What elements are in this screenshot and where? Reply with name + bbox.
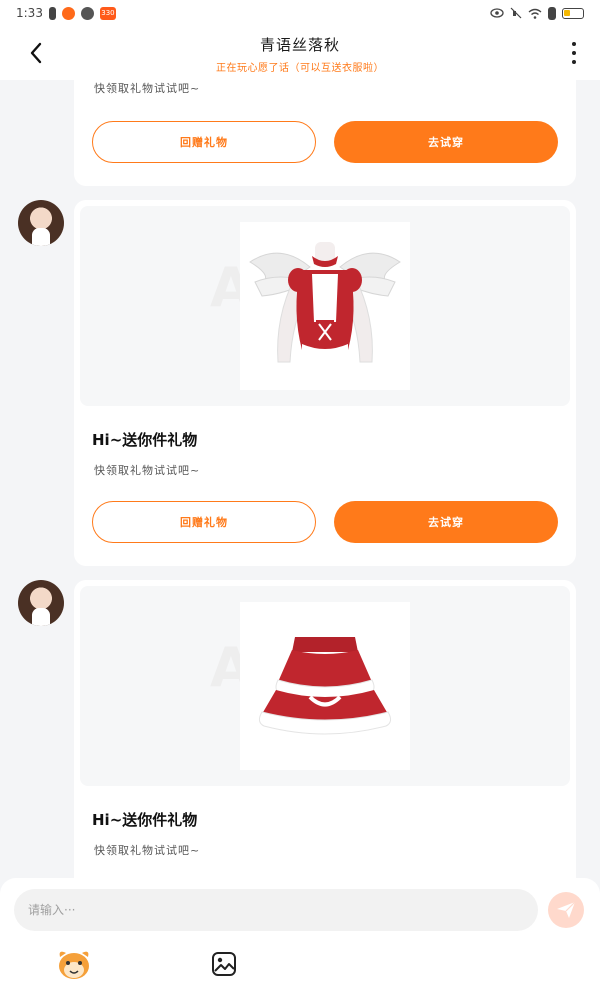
chat-header: 青语丝落秋 正在玩心愿了话（可以互送衣服啦）: [0, 26, 600, 80]
try-on-button[interactable]: 去试穿: [334, 501, 558, 543]
gift-desc: 快领取礼物试试吧~: [94, 464, 201, 477]
ruffle-skirt-illustration: [258, 637, 392, 735]
battery-icon: [562, 7, 584, 19]
try-on-button[interactable]: 去试穿: [334, 121, 558, 163]
weibo-icon: [61, 6, 75, 20]
mute-icon: [510, 7, 522, 19]
emoji-button[interactable]: [56, 948, 92, 982]
status-left: 1:33 330: [16, 6, 116, 20]
send-button[interactable]: [548, 892, 584, 928]
more-dot: [572, 60, 576, 64]
mascot-emoji-icon: [59, 951, 89, 979]
more-dot: [572, 42, 576, 46]
angel-top-illustration: [249, 242, 401, 363]
more-button[interactable]: [564, 40, 584, 66]
wifi-icon: [528, 8, 542, 19]
back-button[interactable]: [20, 38, 52, 68]
image-button[interactable]: [210, 950, 238, 978]
chat-list[interactable]: 快领取礼物试试吧~ 回赠礼物 去试穿 A Hi~送你件礼物 快领取礼物试试吧~ …: [0, 80, 600, 880]
alert-icon: [548, 6, 556, 20]
wechat-icon: [80, 6, 94, 20]
message-input[interactable]: [14, 889, 538, 931]
status-time: 1:33: [16, 6, 43, 20]
gift-item-image[interactable]: [240, 602, 410, 770]
avatar[interactable]: [18, 200, 64, 246]
page-subtitle: 正在玩心愿了话（可以互送衣服啦）: [216, 63, 384, 74]
header-titles: 青语丝落秋 正在玩心愿了话（可以互送衣服啦）: [120, 34, 480, 74]
return-gift-button[interactable]: 回赠礼物: [92, 501, 316, 543]
input-bar: [0, 878, 600, 1000]
sim-icon: [48, 6, 56, 20]
send-icon: [557, 901, 576, 918]
gift-item-image[interactable]: [240, 222, 410, 390]
avatar[interactable]: [18, 580, 64, 626]
chevron-left-icon: [30, 42, 42, 64]
gift-card: 快领取礼物试试吧~ 回赠礼物 去试穿: [74, 80, 576, 186]
image-icon: [212, 952, 236, 976]
gift-card[interactable]: A Hi~送你件礼物 快领取礼物试试吧~: [74, 580, 576, 880]
gift-image-area: A: [80, 586, 570, 786]
eye-icon: [490, 8, 504, 18]
more-dot: [572, 51, 576, 55]
gift-card[interactable]: A Hi~送你件礼物 快领取礼物试试吧~ 回赠礼物 去试穿: [74, 200, 576, 566]
return-gift-button[interactable]: 回赠礼物: [92, 121, 316, 163]
status-right: [490, 6, 584, 20]
app-badge-icon: 330: [99, 6, 116, 20]
gift-title: Hi~送你件礼物: [92, 811, 198, 829]
page-title: 青语丝落秋: [259, 36, 340, 54]
gift-image-area: A: [80, 206, 570, 406]
gift-title: Hi~送你件礼物: [92, 431, 198, 449]
gift-desc: 快领取礼物试试吧~: [94, 82, 201, 95]
status-bar: 1:33 330: [0, 0, 600, 26]
gift-desc: 快领取礼物试试吧~: [94, 844, 201, 857]
